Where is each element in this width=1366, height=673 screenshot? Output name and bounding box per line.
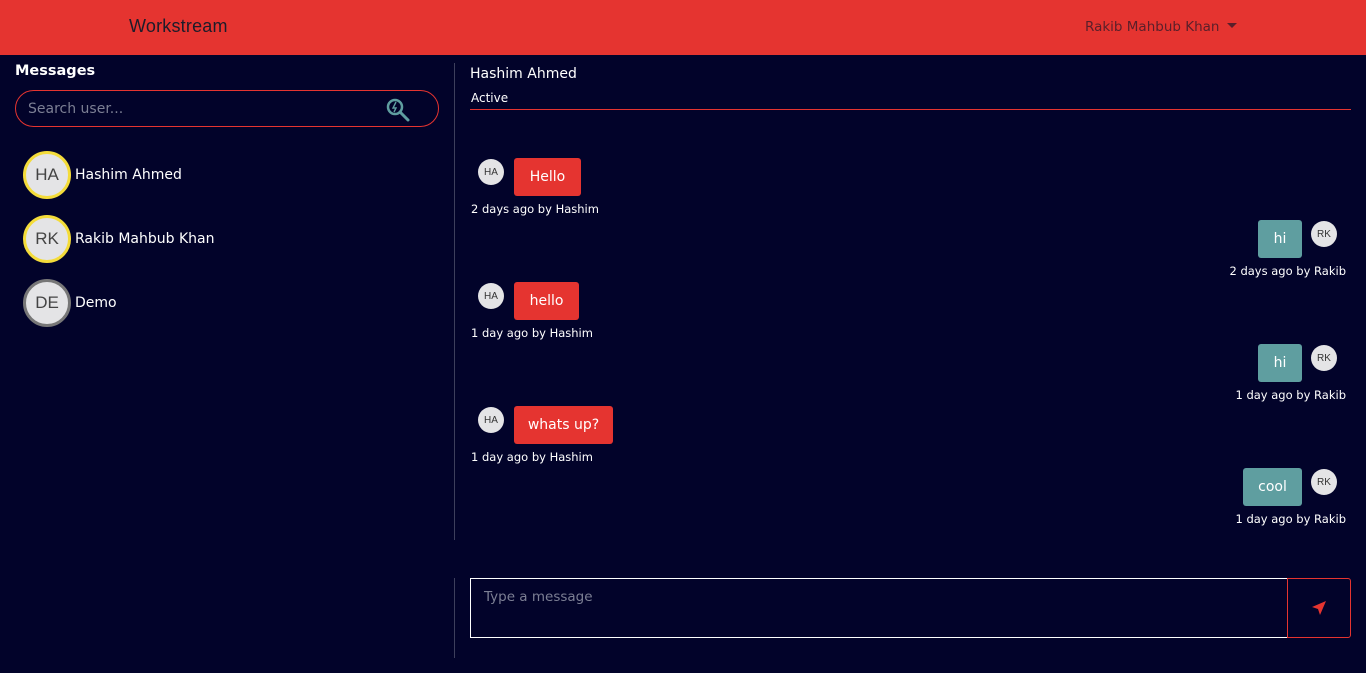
- divider: [454, 578, 455, 658]
- user-item-demo[interactable]: DE Demo: [23, 279, 117, 327]
- message-bubble-incoming: Hello: [514, 158, 581, 196]
- avatar: DE: [23, 279, 71, 327]
- user-item-rakib-mahbub-khan[interactable]: RK Rakib Mahbub Khan: [23, 215, 214, 263]
- divider: [454, 63, 455, 540]
- search-box: [15, 90, 439, 127]
- message-avatar: RK: [1311, 345, 1337, 371]
- message-bubble-incoming: whats up?: [514, 406, 613, 444]
- message-avatar: HA: [478, 407, 504, 433]
- message-avatar: RK: [1311, 221, 1337, 247]
- message-avatar: RK: [1311, 469, 1337, 495]
- user-name: Demo: [75, 295, 117, 311]
- message-input[interactable]: [470, 578, 1288, 638]
- avatar: RK: [23, 215, 71, 263]
- sidebar: Messages HA Hashim Ahmed RK Rakib Mahbub…: [0, 55, 454, 673]
- user-menu-dropdown[interactable]: Rakib Mahbub Khan: [1085, 19, 1237, 35]
- message-meta: 1 day ago by Rakib: [1235, 388, 1346, 402]
- chat-header-divider: [470, 109, 1351, 110]
- search-input[interactable]: [28, 91, 378, 126]
- user-item-hashim-ahmed[interactable]: HA Hashim Ahmed: [23, 151, 182, 199]
- message-avatar: HA: [478, 283, 504, 309]
- user-name: Hashim Ahmed: [75, 167, 182, 183]
- user-name: Rakib Mahbub Khan: [75, 231, 215, 247]
- avatar: HA: [23, 151, 71, 199]
- message-bubble-incoming: hello: [514, 282, 579, 320]
- top-navbar: Workstream Rakib Mahbub Khan: [0, 0, 1366, 55]
- message-meta: 1 day ago by Hashim: [471, 326, 593, 340]
- send-button[interactable]: [1287, 578, 1351, 638]
- message-meta: 2 days ago by Hashim: [471, 202, 599, 216]
- message-meta: 1 day ago by Rakib: [1235, 512, 1346, 526]
- message-meta: 2 days ago by Rakib: [1229, 264, 1346, 278]
- message-bubble-outgoing: hi: [1258, 344, 1302, 382]
- chat-partner-name: Hashim Ahmed: [470, 66, 577, 82]
- message-avatar: HA: [478, 159, 504, 185]
- message-meta: 1 day ago by Hashim: [471, 450, 593, 464]
- user-menu-label: Rakib Mahbub Khan: [1085, 19, 1220, 35]
- search-icon[interactable]: [385, 97, 411, 123]
- message-bubble-outgoing: cool: [1243, 468, 1302, 506]
- send-icon: [1312, 601, 1326, 615]
- message-bubble-outgoing: hi: [1258, 220, 1302, 258]
- sidebar-title: Messages: [15, 63, 96, 79]
- caret-down-icon: [1226, 22, 1237, 28]
- chat-partner-status: Active: [471, 91, 509, 105]
- app-brand[interactable]: Workstream: [129, 16, 228, 37]
